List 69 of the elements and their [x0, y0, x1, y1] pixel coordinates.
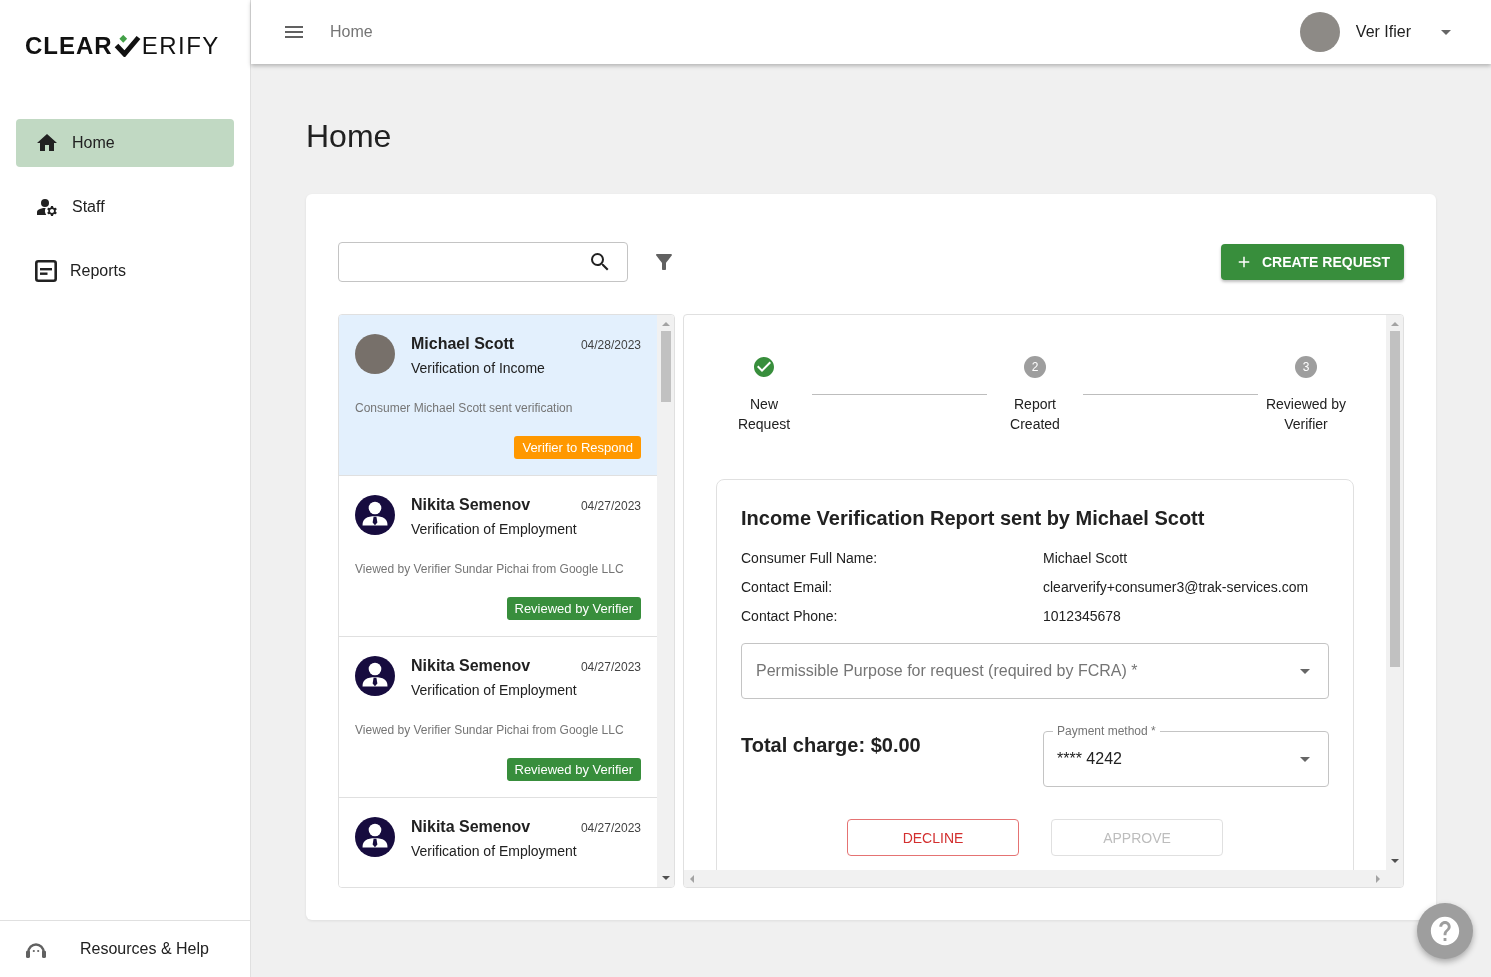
scrollbar-thumb[interactable] [1389, 331, 1400, 667]
status-badge: Reviewed by Verifier [506, 597, 641, 620]
scroll-up-icon [661, 322, 670, 326]
total-charge: Total charge: $0.00 [741, 733, 922, 758]
search-field[interactable] [338, 242, 628, 282]
breadcrumb[interactable]: Home [330, 20, 373, 44]
status-badge: Verifier to Respond [514, 436, 641, 459]
request-date: 04/27/2023 [580, 659, 641, 675]
scrollbar-thumb[interactable] [660, 331, 671, 402]
request-type: Verification of Employment [411, 681, 578, 700]
field-label: Consumer Full Name: [741, 549, 879, 568]
request-date: 04/27/2023 [580, 498, 641, 514]
status-badge: Reviewed by Verifier [506, 758, 641, 781]
help-button[interactable] [1417, 903, 1473, 959]
field-value: Michael Scott [1043, 549, 1129, 568]
field-label: Contact Phone: [741, 607, 839, 626]
request-note: Viewed by Verifier Sundar Pichai from Google LLC [355, 722, 625, 738]
step-label: Report Created [1009, 395, 1061, 434]
sidebar-item[interactable]: Home [16, 119, 234, 167]
page-title: Home [306, 117, 393, 156]
field-label: Contact Email: [741, 578, 834, 597]
request-note: Consumer Michael Scott sent verification [355, 400, 574, 416]
floating-label: Payment method * [1053, 723, 1160, 739]
user-avatar-photo[interactable] [1299, 12, 1340, 52]
request-date: 04/27/2023 [580, 820, 641, 836]
requester-name: Nikita Semenov [411, 495, 531, 515]
sidebar-item-label: Home [72, 133, 115, 153]
decline-button[interactable]: DECLINE [847, 819, 1019, 856]
step-number: 2 [1024, 356, 1046, 378]
caret-icon [1300, 668, 1310, 674]
caret-icon [1300, 756, 1310, 762]
horizontal-scrollbar[interactable] [684, 870, 1403, 887]
step-label: Reviewed by Verifier [1265, 395, 1347, 434]
document-icon [35, 260, 57, 282]
check-mark-logo-icon [113, 34, 141, 57]
sidebar-item[interactable]: Reports [16, 247, 234, 295]
report-title: Income Verification Report sent by Michael Scott [741, 506, 1206, 531]
help-link[interactable]: Resources & Help [0, 937, 209, 961]
request-type: Verification of Employment [411, 842, 578, 861]
sidebar-item[interactable]: Staff [16, 183, 234, 231]
scroll-down-icon [1390, 859, 1399, 863]
step-number: 3 [1295, 356, 1317, 378]
request-note: Viewed by Verifier Sundar Pichai from Google LLC [355, 561, 625, 577]
logo-text: CLEAR [25, 32, 113, 59]
field-value: clearverify+consumer3@trak-services.com [1043, 578, 1310, 597]
requester-name: Nikita Semenov [411, 656, 531, 676]
scroll-up-icon [1390, 322, 1399, 326]
request-list-item[interactable]: Michael Scott 04/28/2023 Verification of Income Consumer Michael Scott sent verification Verifier to Respond [339, 315, 657, 476]
caret-icon[interactable] [1441, 29, 1451, 35]
requester-name: Michael Scott [411, 334, 515, 354]
request-type: Verification of Employment [411, 520, 578, 539]
field-value: 1012345678 [1043, 607, 1122, 626]
create-request-button[interactable]: CREATE REQUEST [1220, 244, 1404, 280]
scroll-left-icon [690, 874, 694, 883]
sidebar-item-label: Reports [70, 261, 127, 281]
scroll-down-icon [661, 876, 670, 880]
vertical-scrollbar[interactable] [657, 315, 674, 887]
request-type: Verification of Income [411, 359, 546, 378]
step-label: New Request [736, 395, 792, 434]
user-name[interactable]: Ver Ifier [1355, 20, 1411, 44]
help-icon [1428, 914, 1462, 948]
help-link-label: Resources & Help [80, 939, 209, 959]
sidebar-item-label: Staff [72, 197, 105, 217]
scroll-right-icon [1376, 874, 1380, 883]
request-date: 04/28/2023 [580, 337, 641, 353]
logo-text: ERIFY [141, 32, 220, 59]
purpose-select[interactable]: Permissible Purpose for request (required by FCRA) * [741, 643, 1329, 699]
vertical-scrollbar[interactable] [1386, 315, 1403, 870]
requester-name: Nikita Semenov [411, 817, 531, 837]
